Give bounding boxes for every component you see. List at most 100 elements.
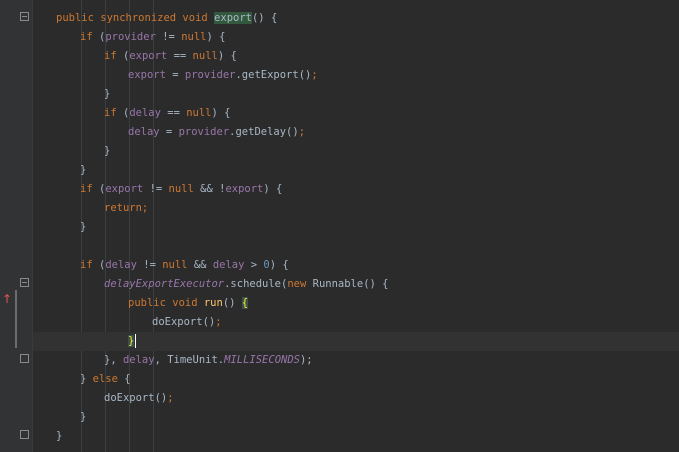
code-editor[interactable]: ↑ public synchronized void export() {if …	[0, 0, 679, 452]
code-token: if	[80, 259, 93, 271]
code-line[interactable]: doExport();	[33, 389, 679, 408]
code-token: }	[80, 221, 87, 233]
code-token: >	[244, 259, 264, 271]
code-token: .getDelay()	[229, 126, 299, 138]
code-token: ==	[167, 50, 193, 62]
code-token: return;	[104, 202, 149, 214]
code-token: if	[80, 183, 93, 195]
code-line[interactable]: if (export == null) {	[33, 47, 679, 66]
override-method-icon[interactable]: ↑	[2, 293, 12, 305]
code-line[interactable]: } else {	[33, 370, 679, 389]
code-token: (	[92, 183, 106, 195]
code-token: (	[116, 107, 130, 119]
code-line[interactable]: public synchronized void export() {	[33, 9, 679, 28]
code-line[interactable]: export = provider.getExport();	[33, 66, 679, 85]
code-token: !=	[155, 31, 182, 43]
code-token: .getExport()	[235, 69, 312, 81]
code-token: export	[128, 69, 166, 81]
code-token: (	[116, 50, 130, 62]
code-token: =	[165, 69, 185, 81]
code-line[interactable]: public void run() {	[33, 294, 679, 313]
code-token: {	[241, 297, 249, 309]
code-token: if	[80, 31, 93, 43]
code-line[interactable]: }	[33, 427, 679, 446]
code-area[interactable]: public synchronized void export() {if (p…	[33, 0, 679, 452]
editor-gutter[interactable]: ↑	[0, 0, 33, 452]
code-token: ;	[298, 126, 306, 138]
code-token: , TimeUnit.	[154, 354, 225, 366]
code-line[interactable]: if (export != null && !export) {	[33, 180, 679, 199]
code-token: ) {	[211, 107, 231, 119]
code-token: public synchronized void	[56, 12, 215, 24]
code-token: }	[104, 88, 111, 100]
code-line[interactable]: }	[33, 161, 679, 180]
code-line[interactable]: delayExportExecutor.schedule(new Runnabl…	[33, 275, 679, 294]
code-token: null	[181, 31, 207, 43]
code-token: null	[186, 107, 212, 119]
code-token: delay	[122, 354, 155, 366]
code-token: delay	[212, 259, 245, 271]
code-token: export	[225, 183, 264, 195]
code-token: provider	[184, 69, 236, 81]
code-line[interactable]: if (delay == null) {	[33, 104, 679, 123]
code-token: run	[203, 297, 223, 309]
code-token: delayExportExecutor	[104, 278, 225, 290]
code-token: public void	[128, 297, 204, 309]
code-token: {	[117, 373, 131, 385]
code-token: provider	[105, 31, 156, 43]
code-token: null	[162, 259, 188, 271]
code-token: doExport()	[104, 392, 168, 404]
text-caret	[135, 334, 137, 348]
code-token: ) {	[269, 259, 289, 271]
code-token: },	[104, 354, 123, 366]
code-token: export	[105, 183, 144, 195]
code-line[interactable]	[33, 237, 679, 256]
code-token: !=	[136, 259, 163, 271]
code-token: ;	[167, 392, 174, 404]
code-token: ) {	[217, 50, 237, 62]
code-token: new	[287, 278, 307, 290]
code-token: }	[80, 164, 87, 176]
code-token: ()	[222, 297, 242, 309]
code-token: }	[56, 430, 63, 442]
code-line[interactable]: delay = provider.getDelay();	[33, 123, 679, 142]
code-token: (	[92, 31, 106, 43]
code-token: ) {	[206, 31, 226, 43]
code-token: delay	[128, 126, 160, 138]
code-line[interactable]: if (provider != null) {	[33, 28, 679, 47]
code-token: delay	[129, 107, 161, 119]
code-line[interactable]: }	[33, 218, 679, 237]
code-token: export	[214, 12, 252, 24]
fold-marker-icon[interactable]	[20, 278, 29, 287]
code-token: }	[80, 411, 87, 423]
code-line[interactable]: if (delay != null && delay > 0) {	[33, 256, 679, 275]
code-token: =	[159, 126, 179, 138]
change-marker	[15, 290, 17, 348]
code-token: provider	[178, 126, 230, 138]
code-token: doExport()	[152, 316, 216, 328]
code-token: MILLISECONDS	[224, 354, 300, 366]
code-line[interactable]: }	[33, 408, 679, 427]
code-line[interactable]: doExport();	[33, 313, 679, 332]
fold-marker-icon[interactable]	[20, 354, 29, 363]
code-token: ;	[215, 316, 222, 328]
code-line[interactable]: return;	[33, 199, 679, 218]
code-token: ) {	[263, 183, 283, 195]
code-token: .schedule(	[224, 278, 288, 290]
code-line[interactable]: }	[33, 332, 679, 351]
code-token: &&	[187, 259, 213, 271]
fold-marker-icon[interactable]	[20, 12, 29, 21]
code-line[interactable]: }	[33, 85, 679, 104]
code-token: && !	[193, 183, 226, 195]
code-token: () {	[251, 12, 278, 24]
code-line[interactable]: }, delay, TimeUnit.MILLISECONDS);	[33, 351, 679, 370]
code-token: }	[104, 145, 111, 157]
code-token: else	[92, 373, 118, 385]
code-token: !=	[143, 183, 169, 195]
code-token: null	[192, 50, 218, 62]
code-token: ;	[311, 69, 318, 81]
code-token: );	[299, 354, 313, 366]
fold-marker-icon[interactable]	[20, 430, 29, 439]
code-line[interactable]: }	[33, 142, 679, 161]
code-token: }	[80, 373, 93, 385]
